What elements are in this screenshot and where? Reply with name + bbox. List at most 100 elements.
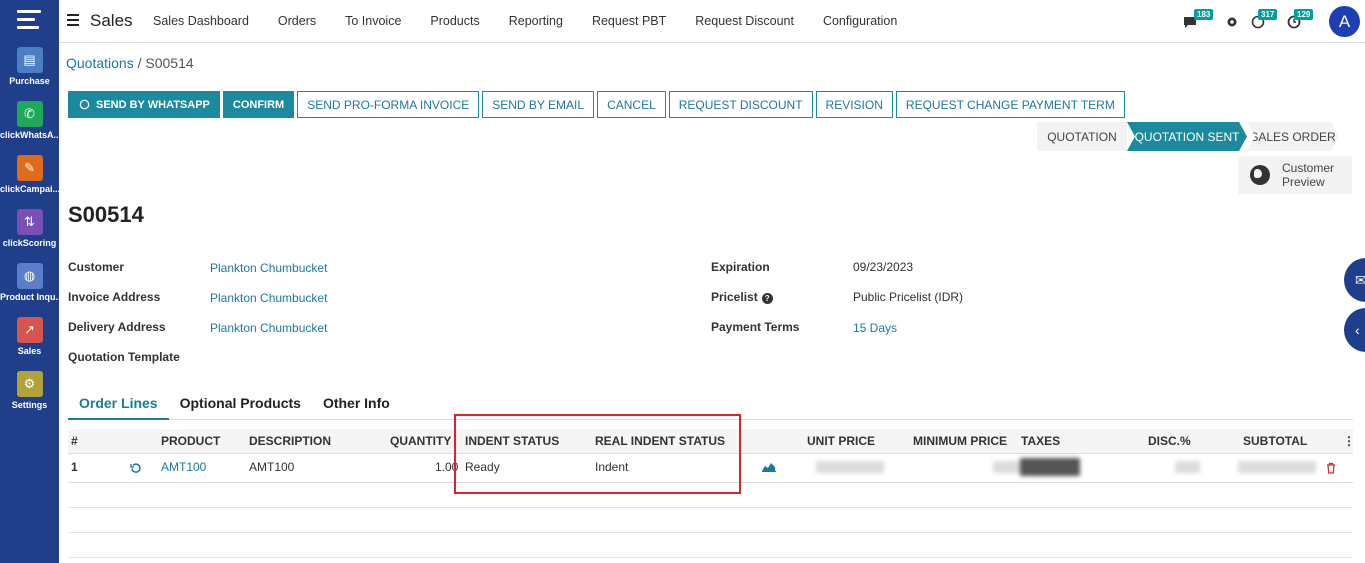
- send-by-whatsapp-button[interactable]: SEND BY WHATSAPP: [68, 91, 220, 118]
- rail-item-clickscoring[interactable]: ⇅ clickScoring: [0, 209, 59, 248]
- invoice-address-field[interactable]: Plankton Chumbucket: [210, 291, 327, 305]
- description-cell[interactable]: AMT100: [249, 460, 294, 474]
- stage-quotation-sent[interactable]: QUOTATION SENT: [1127, 122, 1247, 151]
- tab-order-lines[interactable]: Order Lines: [68, 388, 169, 420]
- nav-to-invoice[interactable]: To Invoice: [345, 14, 401, 28]
- app-rail: ▤ Purchase ✆ clickWhatsA... ✎ clickCampa…: [0, 0, 59, 563]
- payment-terms-field[interactable]: 15 Days: [853, 321, 897, 335]
- send-proforma-invoice-button[interactable]: SEND PRO-FORMA INVOICE: [297, 91, 480, 118]
- revision-button[interactable]: REVISION: [815, 91, 893, 118]
- col-minimum-price[interactable]: MINIMUM PRICE: [913, 434, 1007, 448]
- app-title[interactable]: Sales: [90, 11, 133, 31]
- rail-item-label: Product Inqu...: [0, 292, 59, 302]
- activity-badge: 129: [1294, 9, 1314, 20]
- request-change-payment-term-button[interactable]: REQUEST CHANGE PAYMENT TERM: [895, 91, 1125, 118]
- area-chart-icon[interactable]: [762, 461, 776, 472]
- help-icon[interactable]: ?: [761, 293, 773, 304]
- top-navbar: Sales Sales Dashboard Orders To Invoice …: [59, 0, 1365, 43]
- pricelist-label-text: Pricelist: [711, 290, 758, 304]
- breadcrumb-separator: /: [137, 55, 142, 71]
- highlight-box: [454, 414, 741, 494]
- customer-field[interactable]: Plankton Chumbucket: [210, 261, 327, 275]
- nav-products[interactable]: Products: [430, 14, 479, 28]
- column-options-icon[interactable]: ⋮: [1343, 434, 1355, 448]
- quotation-template-label: Quotation Template: [68, 350, 180, 364]
- delivery-address-label: Delivery Address: [68, 320, 166, 334]
- col-quantity[interactable]: QUANTITY: [390, 434, 451, 448]
- rail-item-label: Sales: [17, 346, 42, 356]
- table-empty-row: [68, 532, 1353, 533]
- subtotal-redacted: [1238, 461, 1316, 473]
- nav-request-pbt[interactable]: Request PBT: [592, 14, 666, 28]
- send-by-whatsapp-label: SEND BY WHATSAPP: [96, 98, 210, 111]
- customer-preview-label-2: Preview: [1282, 175, 1325, 189]
- record-title: S00514: [68, 202, 144, 227]
- col-product[interactable]: PRODUCT: [161, 434, 220, 448]
- customer-preview-label-1: Customer: [1282, 161, 1335, 175]
- gear-icon[interactable]: [1225, 15, 1239, 29]
- rail-item-clickcampaign[interactable]: ✎ clickCampai...: [0, 155, 59, 194]
- invoice-address-label: Invoice Address: [68, 290, 161, 304]
- apps-menu-icon[interactable]: [17, 10, 41, 30]
- chat-bubble-icon: ✉: [1355, 271, 1365, 288]
- col-description[interactable]: DESCRIPTION: [249, 434, 331, 448]
- rail-item-clickwhatsapp[interactable]: ✆ clickWhatsA...: [0, 101, 59, 140]
- product-link[interactable]: AMT100: [161, 460, 206, 474]
- avatar[interactable]: A: [1329, 6, 1360, 37]
- rail-item-label: clickWhatsA...: [0, 130, 59, 140]
- nav-sales-dashboard[interactable]: Sales Dashboard: [153, 14, 249, 28]
- col-taxes[interactable]: TAXES: [1021, 434, 1060, 448]
- taxes-redacted: [1020, 458, 1080, 476]
- chat-side-button[interactable]: ✉: [1344, 258, 1365, 302]
- whatsapp-icon: [79, 99, 90, 110]
- unit-price-redacted: [816, 461, 884, 473]
- delivery-address-field[interactable]: Plankton Chumbucket: [210, 321, 327, 335]
- collapse-side-button[interactable]: ‹: [1344, 308, 1365, 352]
- pricelist-field[interactable]: Public Pricelist (IDR): [853, 290, 963, 304]
- nav-configuration[interactable]: Configuration: [823, 14, 897, 28]
- breadcrumb-current: S00514: [145, 55, 194, 71]
- row-number: 1: [71, 460, 78, 474]
- rail-item-product-inquiry[interactable]: ◍ Product Inqu...: [0, 263, 59, 302]
- table-empty-row: [68, 557, 1353, 558]
- nav-reporting[interactable]: Reporting: [509, 14, 563, 28]
- chevron-left-icon: ‹: [1355, 322, 1360, 338]
- rail-item-purchase[interactable]: ▤ Purchase: [0, 47, 59, 86]
- whatsapp-badge: 317: [1258, 9, 1278, 20]
- rail-item-settings[interactable]: ⚙ Settings: [0, 371, 59, 410]
- col-number: #: [71, 434, 78, 448]
- rail-item-label: clickCampai...: [0, 184, 59, 194]
- breadcrumb-quotations[interactable]: Quotations: [66, 55, 134, 71]
- stage-quotation[interactable]: QUOTATION: [1037, 122, 1127, 151]
- rail-item-label: Purchase: [9, 76, 50, 86]
- minimum-price-redacted: [993, 461, 1023, 473]
- history-icon[interactable]: [130, 462, 142, 474]
- whatsapp-icon: ✆: [16, 101, 43, 127]
- nav-request-discount[interactable]: Request Discount: [695, 14, 794, 28]
- gear-icon: ⚙: [16, 371, 43, 397]
- status-bar: QUOTATION QUOTATION SENT SALES ORDER: [1037, 122, 1339, 151]
- trash-icon[interactable]: [1326, 462, 1336, 474]
- product-inquiry-icon: ◍: [16, 263, 43, 289]
- nav-orders[interactable]: Orders: [278, 14, 316, 28]
- sales-icon: ↗: [16, 317, 43, 343]
- expiration-field[interactable]: 09/23/2023: [853, 260, 913, 274]
- request-discount-button[interactable]: REQUEST DISCOUNT: [668, 91, 813, 118]
- tab-optional-products[interactable]: Optional Products: [169, 388, 312, 420]
- col-disc[interactable]: DISC.%: [1148, 434, 1191, 448]
- discount-redacted: [1175, 461, 1200, 473]
- customer-preview-button[interactable]: Customer Preview: [1238, 156, 1352, 194]
- rail-item-sales[interactable]: ↗ Sales: [0, 317, 59, 356]
- col-subtotal[interactable]: SUBTOTAL: [1243, 434, 1307, 448]
- breadcrumb: Quotations / S00514: [66, 55, 194, 71]
- send-by-email-button[interactable]: SEND BY EMAIL: [482, 91, 595, 118]
- hamburger-menu-icon[interactable]: [67, 14, 79, 26]
- pricelist-label: Pricelist?: [711, 290, 773, 304]
- stage-sales-order[interactable]: SALES ORDER: [1247, 122, 1339, 151]
- scoring-icon: ⇅: [16, 209, 43, 235]
- rail-item-label: clickScoring: [2, 238, 57, 248]
- cancel-button[interactable]: CANCEL: [597, 91, 666, 118]
- col-unit-price[interactable]: UNIT PRICE: [807, 434, 875, 448]
- confirm-button[interactable]: CONFIRM: [222, 91, 295, 118]
- tab-other-info[interactable]: Other Info: [312, 388, 401, 420]
